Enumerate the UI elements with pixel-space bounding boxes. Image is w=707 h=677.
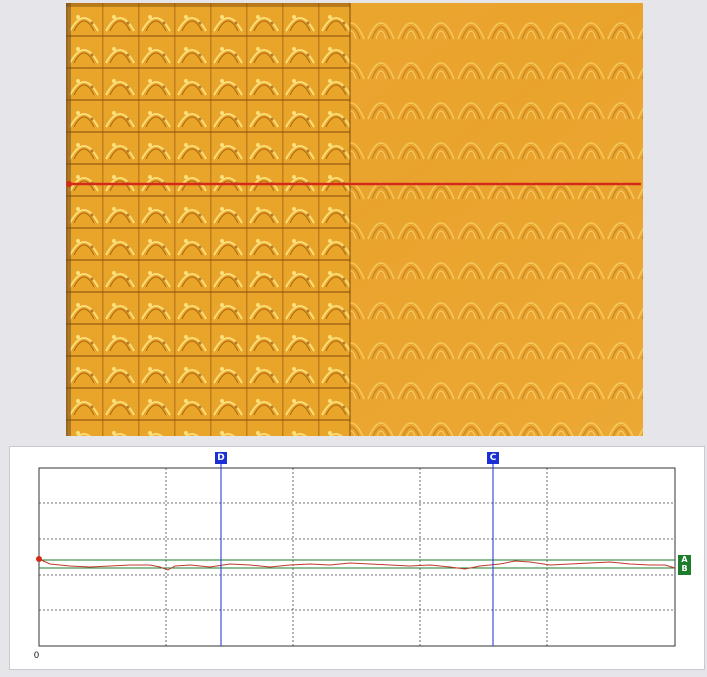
scan-line-start-marker [66, 181, 72, 187]
plot-area [38, 467, 676, 647]
marker-a-label: A [681, 555, 688, 564]
origin-label: 0 [34, 650, 40, 660]
textured-right-region [350, 3, 643, 436]
cursor-d-handle[interactable]: D [215, 452, 227, 464]
surface-image-panel[interactable] [66, 3, 643, 436]
reference-ab-marker[interactable]: A B [678, 555, 691, 575]
profile-chart [36, 457, 676, 647]
textured-left-region [66, 3, 350, 436]
marker-b-label: B [681, 564, 688, 573]
profile-chart-panel: D C A B 0 [9, 446, 705, 670]
cursor-c-handle[interactable]: C [487, 452, 499, 464]
trace-start-marker [36, 556, 42, 562]
